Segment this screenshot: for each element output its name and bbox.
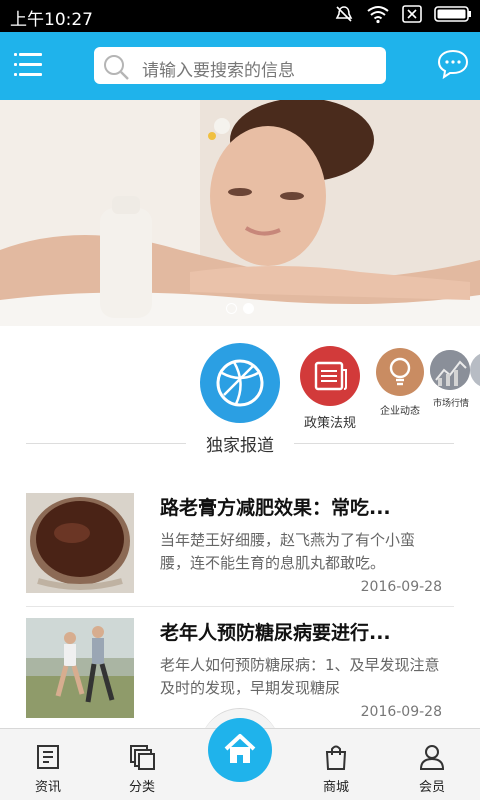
banner-spa-image: [0, 100, 480, 326]
app-header: 请输入要搜索的信息: [0, 32, 480, 100]
no-sim-icon: [402, 5, 422, 27]
chart-photo-icon: [430, 350, 470, 390]
category-label: 市场行情: [432, 399, 469, 409]
home-icon: [208, 734, 272, 786]
news-thumbnail-paste-jar: [26, 493, 134, 593]
category-label: 政策法规: [303, 416, 356, 431]
category-company-news[interactable]: 企业动态: [374, 348, 426, 418]
menu-button[interactable]: [14, 52, 42, 78]
nav-label: 资讯: [34, 780, 61, 795]
section-divider-left: [26, 443, 186, 444]
mute-icon: [334, 4, 354, 28]
nav-mall[interactable]: 商城: [296, 729, 376, 800]
basketball-icon: [200, 343, 280, 423]
carousel-dot-2[interactable]: [243, 303, 254, 314]
news-summary: 当年楚王好细腰，赵飞燕为了有个小蛮腰，连不能生育的息肌丸都敢吃。: [160, 531, 416, 572]
newspaper-icon: [300, 346, 360, 406]
category-more[interactable]: [470, 352, 480, 392]
carousel-dots: [226, 303, 254, 314]
news-date: 2016-09-28: [360, 704, 442, 720]
news-date: 2016-09-28: [360, 579, 442, 595]
message-button[interactable]: [436, 48, 470, 80]
category-policies[interactable]: 政策法规: [298, 346, 362, 431]
category-market[interactable]: 市场行情: [428, 350, 474, 412]
status-time: 上午10:27: [10, 10, 93, 30]
carousel-dot-1[interactable]: [226, 303, 237, 314]
nav-label: 会员: [418, 780, 445, 795]
status-icons: [334, 4, 472, 28]
news-divider: [26, 606, 454, 607]
nav-label: 商城: [322, 780, 349, 795]
news-title: 路老膏方减肥效果：常吃...: [160, 497, 391, 519]
category-label: 独家报道: [206, 436, 274, 456]
category-partial-icon: [470, 352, 480, 388]
nav-news[interactable]: 资讯: [8, 729, 88, 800]
chat-bubble-icon: [436, 49, 470, 84]
category-label: 企业动态: [380, 406, 420, 417]
section-divider-right: [294, 443, 454, 444]
search-placeholder: 请输入要搜索的信息: [142, 61, 295, 81]
news-thumbnail-runners: [26, 618, 134, 718]
search-input[interactable]: 请输入要搜索的信息: [94, 47, 386, 84]
nav-categories[interactable]: 分类: [102, 729, 182, 800]
news-title: 老年人预防糖尿病要进行...: [160, 622, 391, 644]
wifi-icon: [366, 4, 390, 28]
battery-icon: [434, 5, 472, 27]
nav-label: 分类: [128, 780, 155, 795]
nav-home-button[interactable]: [208, 718, 272, 782]
search-icon: [102, 53, 130, 81]
news-item-1[interactable]: 路老膏方减肥效果：常吃... 当年楚王好细腰，赵飞燕为了有个小蛮腰，连不能生育的…: [26, 493, 442, 603]
status-bar: 上午10:27: [0, 0, 480, 32]
category-exclusive-reports[interactable]: 独家报道: [190, 343, 290, 456]
banner-carousel[interactable]: [0, 100, 480, 326]
news-summary: 老年人如何预防糖尿病：1、及早发现注意及时的发现，早期发现糖尿: [160, 656, 440, 697]
lightbulb-icon: [376, 348, 424, 396]
nav-member[interactable]: 会员: [392, 729, 472, 800]
